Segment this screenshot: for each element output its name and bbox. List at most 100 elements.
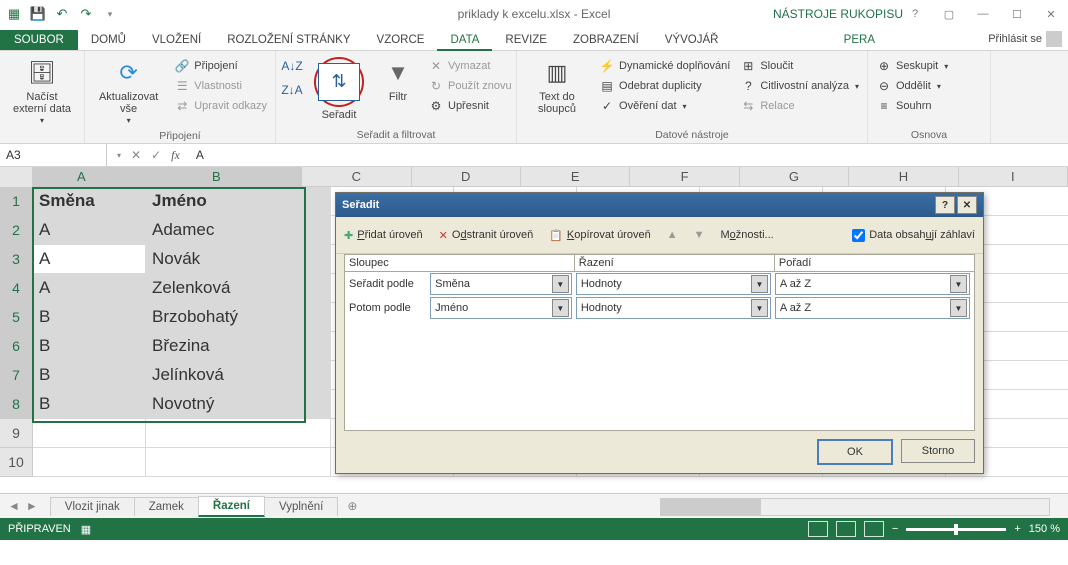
column-header[interactable]: E [521,167,630,187]
refresh-all-button[interactable]: ⟳ Aktualizovat vše ▾ [91,53,166,130]
row-header[interactable]: 3 [0,245,33,274]
cell[interactable]: A [33,245,146,274]
edit-links-button[interactable]: ⇄Upravit odkazy [172,97,269,115]
consolidate-button[interactable]: ⊞Sloučit [738,57,861,75]
row-header[interactable]: 1 [0,187,33,216]
macro-icon[interactable]: ▦ [81,523,91,536]
cancel-button[interactable]: Storno [901,439,975,463]
cell[interactable]: Směna [33,187,146,216]
sort-by-column-select[interactable]: Směna▼ [430,273,572,295]
tab-data[interactable]: DATA [437,31,492,50]
remove-duplicates-button[interactable]: ▤Odebrat duplicity [597,77,732,95]
cell[interactable] [146,419,331,448]
clear-filter-button[interactable]: ✕Vymazat [426,57,514,75]
ungroup-button[interactable]: ⊖Oddělit▾ [874,77,950,95]
worksheet-grid[interactable]: ABCDEFGHI 1SměnaJméno2AAdamec3ANovák4AZe… [0,167,1068,493]
row-header[interactable]: 2 [0,216,33,245]
advanced-filter-button[interactable]: ⚙Upřesnit [426,97,514,115]
tab-review[interactable]: REVIZE [492,31,560,50]
cell[interactable]: Jelínková [146,361,331,390]
sign-in[interactable]: Přihlásit se [988,31,1062,47]
sheet-next-icon[interactable]: ► [26,499,38,513]
help-icon[interactable]: ? [898,3,932,25]
column-header[interactable]: I [959,167,1068,187]
column-header[interactable]: A [32,167,132,187]
add-level-button[interactable]: ✚Přidat úroveň [344,229,423,242]
cell[interactable]: B [33,303,146,332]
minimize-icon[interactable]: — [966,3,1000,25]
has-header-checkbox[interactable]: Data obsahují záhlaví [852,229,975,242]
tab-dev[interactable]: VÝVOJÁŘ [652,31,732,50]
dialog-close-icon[interactable]: ✕ [957,196,977,214]
external-data-button[interactable]: 🗄 Načíst externí data ▾ [6,53,78,130]
view-pagebreak-icon[interactable] [864,521,884,537]
move-down-button[interactable]: ▼ [694,229,705,241]
formula-input[interactable]: A [190,148,1068,162]
cell[interactable]: Novák [146,245,331,274]
sort-asc-button[interactable]: A↓Z [282,57,302,75]
sort-button[interactable]: ⇅ Seřadit [308,53,370,125]
tab-view[interactable]: ZOBRAZENÍ [560,31,652,50]
cell[interactable]: Jméno [146,187,331,216]
select-all-corner[interactable] [0,167,33,188]
cell[interactable]: B [33,332,146,361]
move-up-button[interactable]: ▲ [667,229,678,241]
fx-icon[interactable]: fx [171,148,180,163]
delete-level-button[interactable]: ✕Odstranit úroveň [439,229,534,242]
options-button[interactable]: Možnosti... [720,229,773,241]
cell[interactable] [33,448,146,477]
subtotal-button[interactable]: ≡Souhrn [874,97,950,115]
tab-layout[interactable]: ROZLOŽENÍ STRÁNKY [214,31,363,50]
close-icon[interactable]: ✕ [1034,3,1068,25]
relations-button[interactable]: ⇆Relace [738,97,861,115]
whatif-button[interactable]: ?Citlivostní analýza▾ [738,77,861,95]
namebox-dropdown-icon[interactable]: ▾ [117,151,121,160]
maximize-icon[interactable]: ☐ [1000,3,1034,25]
sort-by-order-select[interactable]: A až Z▼ [775,273,970,295]
undo-icon[interactable]: ↶ [52,4,72,24]
sheet-tab-3[interactable]: Řazení [198,496,265,517]
row-header[interactable]: 5 [0,303,33,332]
sheet-tab-4[interactable]: Vyplnění [264,497,338,516]
cell[interactable]: A [33,216,146,245]
column-header[interactable]: B [132,167,303,187]
zoom-out-icon[interactable]: − [892,523,898,535]
cell[interactable]: Novotný [146,390,331,419]
redo-icon[interactable]: ↷ [76,4,96,24]
row-header[interactable]: 9 [0,419,33,448]
tab-file[interactable]: SOUBOR [0,30,78,50]
sheet-tab-2[interactable]: Zamek [134,497,199,516]
cell[interactable]: Zelenková [146,274,331,303]
filter-button[interactable]: ▼ Filtr [376,53,420,107]
column-header[interactable]: F [630,167,739,187]
cell[interactable] [146,448,331,477]
sheet-tab-1[interactable]: Vlozit jinak [50,497,135,516]
dialog-help-icon[interactable]: ? [935,196,955,214]
cell[interactable] [33,419,146,448]
cell[interactable]: B [33,390,146,419]
column-header[interactable]: C [302,167,411,187]
row-header[interactable]: 6 [0,332,33,361]
row-header[interactable]: 8 [0,390,33,419]
column-header[interactable]: D [412,167,521,187]
data-validation-button[interactable]: ✓Ověření dat▾ [597,97,732,115]
tab-home[interactable]: DOMŮ [78,31,139,50]
sort-by-on-select[interactable]: Hodnoty▼ [576,273,771,295]
row-header[interactable]: 7 [0,361,33,390]
copy-level-button[interactable]: 📋Kopírovat úroveň [549,229,650,242]
cell[interactable]: Brzobohatý [146,303,331,332]
row-header[interactable]: 4 [0,274,33,303]
view-layout-icon[interactable] [836,521,856,537]
name-box[interactable]: A3 [0,144,107,166]
sort-desc-button[interactable]: Z↓A [282,81,302,99]
tab-insert[interactable]: VLOŽENÍ [139,31,214,50]
column-header[interactable]: G [740,167,849,187]
then-by-order-select[interactable]: A až Z▼ [775,297,970,319]
enter-icon[interactable]: ✓ [151,148,161,162]
properties-button[interactable]: ☰Vlastnosti [172,77,269,95]
tab-formulas[interactable]: VZORCE [364,31,438,50]
qat-more-icon[interactable]: ▾ [100,4,120,24]
save-icon[interactable]: 💾 [28,4,48,24]
zoom-slider[interactable] [906,528,1006,531]
cell[interactable]: B [33,361,146,390]
